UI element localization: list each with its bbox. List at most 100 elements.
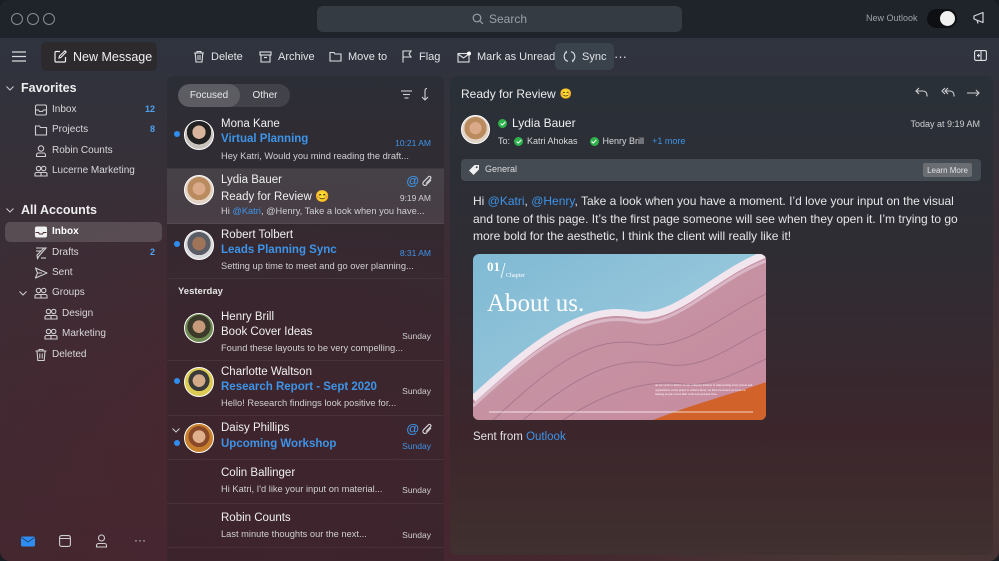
drafts-icon [36,247,48,260]
more-actions-button[interactable]: ··· [614,49,627,64]
sender-name: Henry Brill [221,311,275,323]
category-label: General [485,164,518,174]
sidebar-item-projects[interactable]: Projects 8 [5,120,162,140]
favorites-header[interactable]: Favorites [6,81,77,95]
message-row[interactable]: Charlotte Waltson Research Report - Sept… [167,361,444,416]
more-apps-button[interactable]: ··· [134,533,146,547]
expand-thread-chevron-icon[interactable] [172,428,180,433]
calendar-icon[interactable] [59,535,71,547]
mail-icon[interactable] [21,536,35,547]
email-body: Hi @Katri, @Henry, Take a look when you … [473,193,973,246]
recipient-name[interactable]: Katri Ahokas [527,136,578,146]
message-row-selected[interactable]: Lydia Bauer @ Ready for Review 😊 9:19 AM… [167,169,444,224]
flag-button[interactable]: Flag [393,43,448,70]
all-accounts-title: All Accounts [21,203,97,217]
chevron-down-icon[interactable] [19,291,27,296]
sidebar-item-robin-counts[interactable]: Robin Counts [5,141,162,161]
message-row[interactable]: Colin Ballinger Hi Katri, I'd like your … [167,460,444,504]
archive-button[interactable]: Archive [251,43,323,70]
new-outlook-toggle[interactable] [927,9,957,28]
message-flags: @ [406,421,433,436]
reply-all-icon[interactable] [941,87,955,97]
message-list: Focused Other Mona Kane Virtual Planning… [167,76,444,561]
all-accounts-header[interactable]: All Accounts [6,203,97,217]
sidebar-item-groups[interactable]: Groups [5,283,162,303]
chevron-down-icon [6,85,14,91]
sidebar-item-label: Marketing [62,328,106,339]
mention-link[interactable]: @Henry [531,194,574,208]
inbox-icon [34,226,48,238]
sidebar-item-inbox[interactable]: Inbox [5,222,162,242]
message-row[interactable]: Henry Brill Book Cover Ideas Sunday Foun… [167,306,444,361]
mention-icon: @ [406,173,419,188]
outlook-link[interactable]: Outlook [526,431,566,443]
archive-icon [259,50,272,63]
message-time: Sunday [402,331,431,341]
message-row[interactable]: Robin Counts Last minute thoughts our th… [167,504,444,548]
outlook-window: Search New Outlook New Message Delete Ar… [0,0,999,561]
sidebar-item-drafts[interactable]: Drafts 2 [5,243,162,263]
toggle-knob [940,11,955,26]
app-switcher: ··· [0,533,166,555]
move-to-button[interactable]: Move to [321,43,395,70]
window-controls [11,13,55,25]
attachment-icon [422,423,432,434]
sidebar-item-label: Design [62,308,94,319]
sidebar-item-deleted[interactable]: Deleted [5,345,162,365]
hamburger-menu-icon[interactable] [12,51,26,62]
sidebar-item-marketing[interactable]: Marketing [5,324,162,344]
sidebar-item-label: Inbox [52,226,79,237]
sent-icon [34,267,48,279]
chevron-down-icon [6,207,14,213]
message-time: Sunday [402,530,431,540]
tab-other[interactable]: Other [240,84,290,107]
tab-focused[interactable]: Focused [178,84,240,107]
sync-button[interactable]: Sync [555,43,615,70]
attachment-icon [422,175,432,186]
attached-image-about-us[interactable]: 01 Chapter About us. As we work to deliv… [473,254,766,420]
message-subject: Research Report - Sept 2020 [221,381,377,393]
more-recipients-link[interactable]: +1 more [652,136,685,146]
sidebar-item-design[interactable]: Design [5,304,162,324]
new-outlook-label: New Outlook [866,13,918,23]
unread-indicator [174,378,180,384]
folder-icon [34,125,48,136]
learn-more-button[interactable]: Learn More [923,163,972,177]
reading-pane-toggle-icon[interactable] [974,50,987,61]
message-row[interactable]: Robert Tolbert Leads Planning Sync 8:31 … [167,224,444,279]
mark-as-unread-button[interactable]: Mark as Unread [449,43,563,70]
filter-icon[interactable] [401,90,412,99]
zoom-window-button[interactable] [43,13,55,25]
minimize-window-button[interactable] [27,13,39,25]
sort-icon[interactable] [420,88,429,101]
people-icon[interactable] [95,534,108,548]
feedback-megaphone-icon[interactable] [972,11,987,25]
search-input[interactable]: Search [317,6,682,32]
sender-avatar[interactable] [461,115,490,144]
delete-button[interactable]: Delete [185,43,251,70]
message-time: Sunday [402,386,431,396]
recipient-name[interactable]: Henry Brill [603,136,645,146]
compose-icon [54,50,67,63]
presence-available-icon [589,136,599,146]
sync-label: Sync [582,50,607,63]
sidebar-item-sent[interactable]: Sent [5,263,162,283]
sidebar-item-favorites-inbox[interactable]: Inbox 12 [5,100,162,120]
mention-link[interactable]: @Katri [488,194,525,208]
forward-icon[interactable] [967,89,980,97]
message-row[interactable]: Daisy Phillips @ Upcoming Workshop Sunda… [167,416,444,460]
unread-indicator [174,241,180,247]
unread-indicator [174,131,180,137]
sender-name[interactable]: Lydia Bauer [512,116,576,130]
inbox-pivot: Focused Other [178,84,290,107]
to-label: To: [498,136,511,146]
about-us-caption: As we work to deliver on our company mis… [655,383,753,396]
close-window-button[interactable] [11,13,23,25]
message-row[interactable]: Mona Kane Virtual Planning 10:21 AM Hey … [167,114,444,169]
group-icon [44,308,58,320]
sidebar-item-lucerne-marketing[interactable]: Lucerne Marketing [5,161,162,181]
new-message-button[interactable]: New Message [41,42,157,71]
reply-icon[interactable] [915,87,928,97]
avatar [184,230,214,260]
category-bar: General Learn More [461,159,981,181]
